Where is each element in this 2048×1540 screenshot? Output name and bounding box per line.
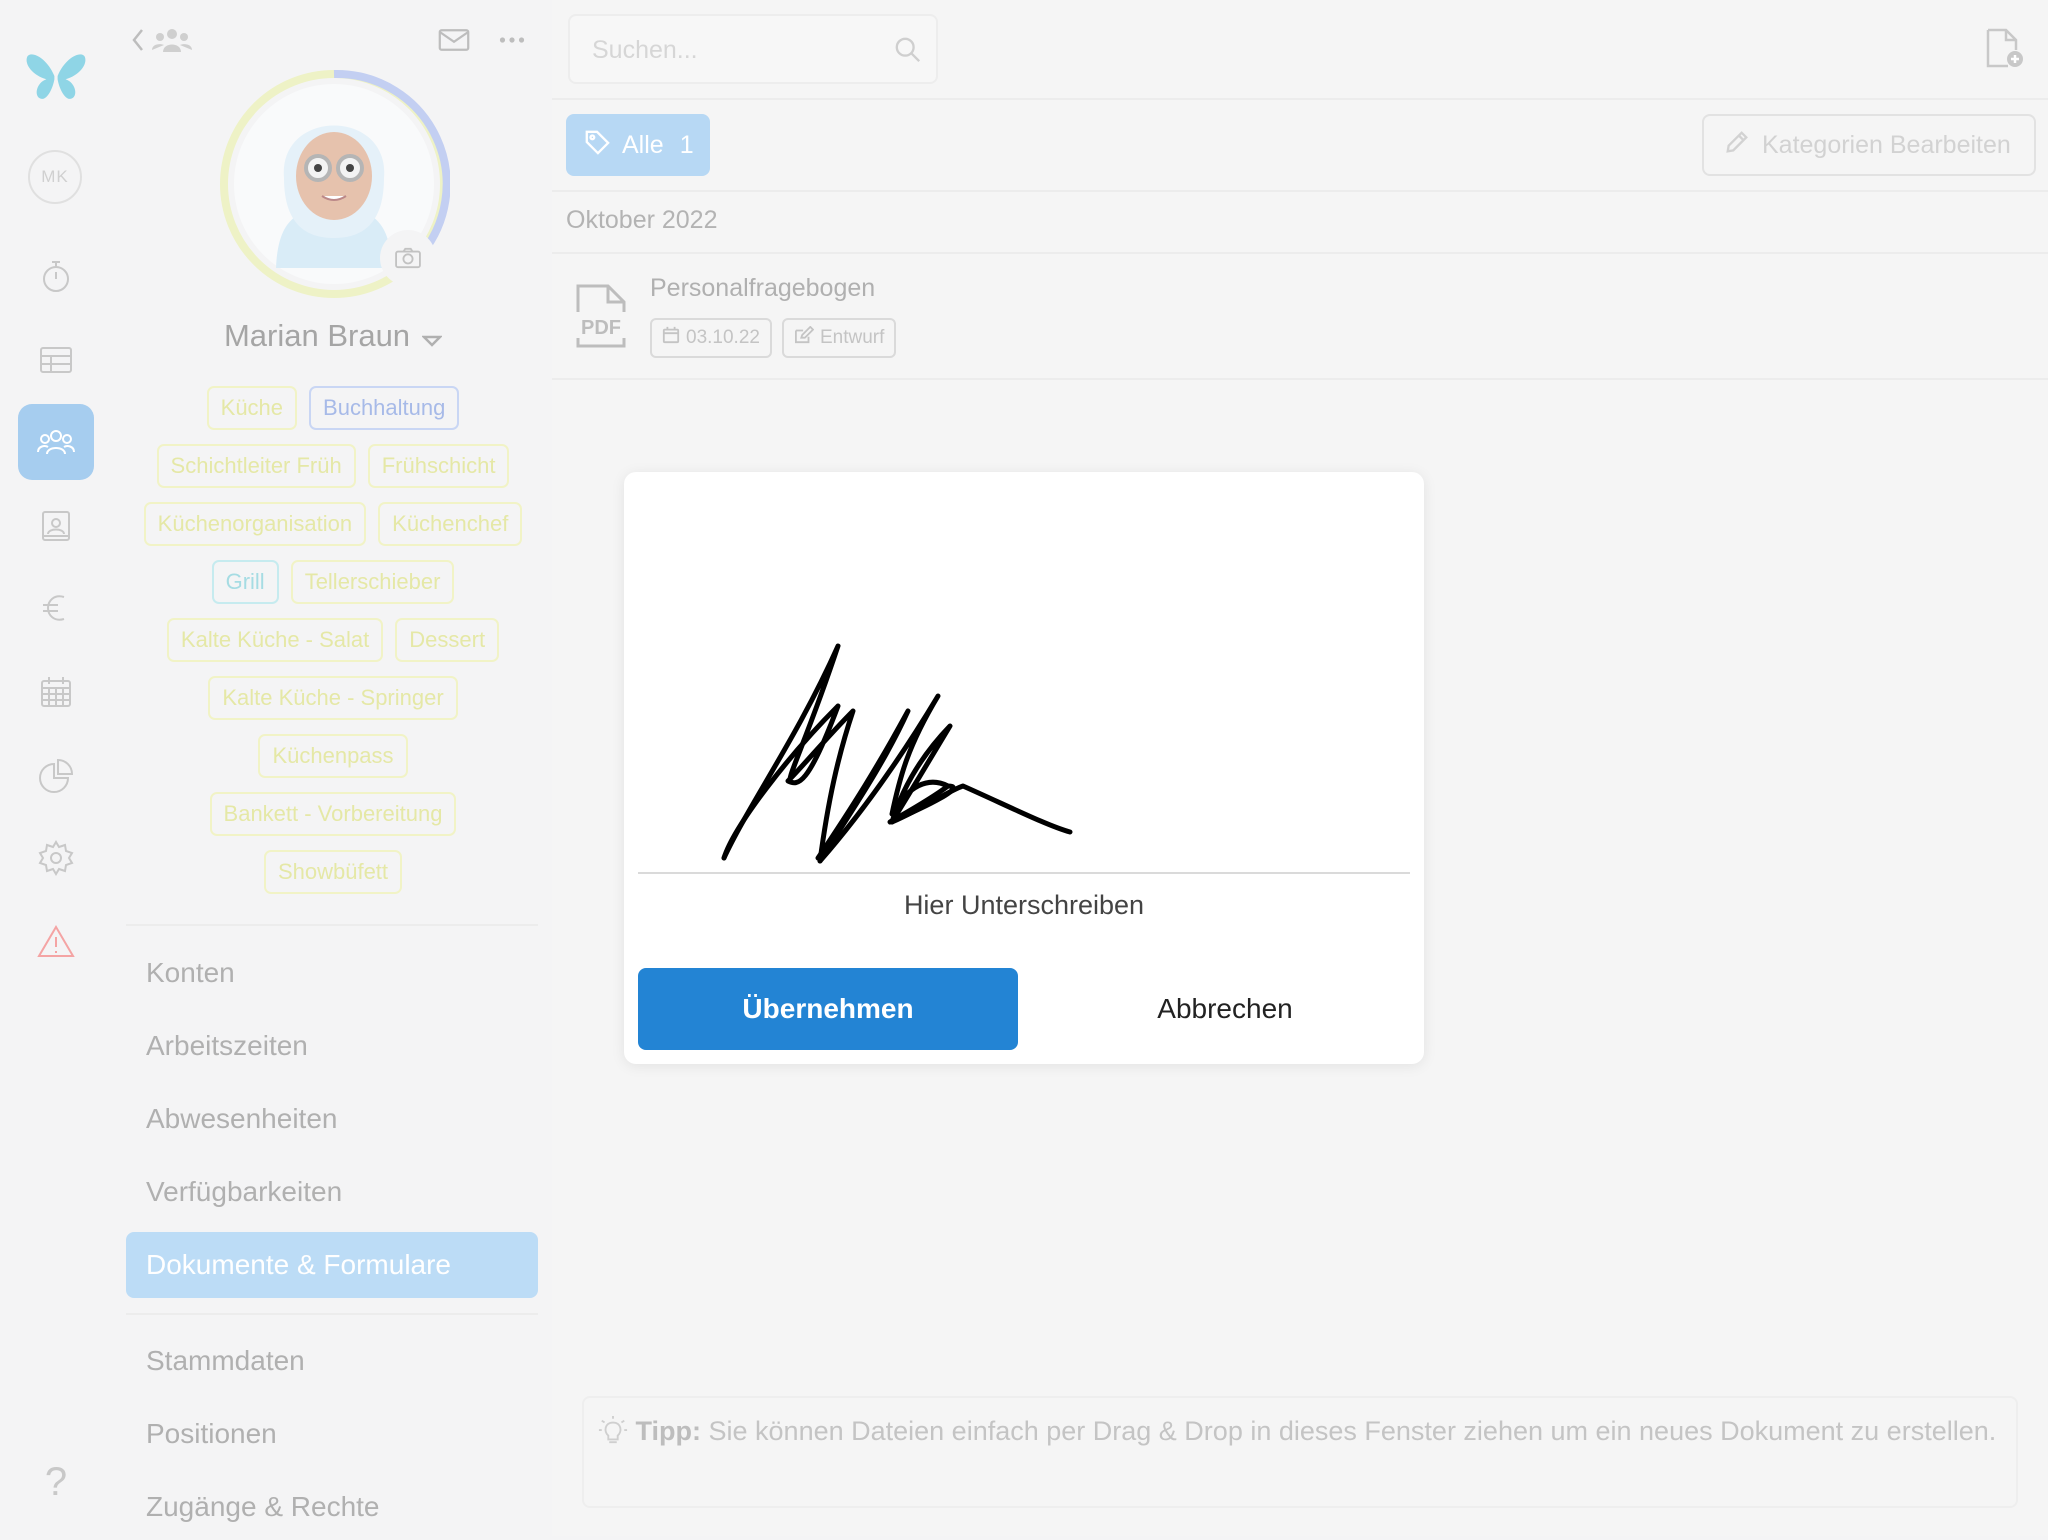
tag: Grill	[211, 560, 279, 604]
employee-profile-panel: Marian Braun Küche Buchhaltung Schichtle…	[114, 0, 552, 1536]
pie-chart-icon[interactable]	[18, 738, 94, 814]
settings-gear-icon[interactable]	[18, 820, 94, 896]
pdf-type-label: PDF	[581, 317, 621, 339]
filter-label: Alle	[622, 130, 664, 159]
edit-categories-button[interactable]: Kategorien Bearbeiten	[1702, 114, 2036, 176]
tag: Kalte Küche - Springer	[208, 676, 458, 720]
cancel-button[interactable]: Abbrechen	[1040, 968, 1410, 1050]
euro-icon[interactable]	[18, 570, 94, 646]
tag: Frühschicht	[367, 444, 510, 488]
team-icon[interactable]	[18, 404, 94, 480]
tag-icon	[584, 129, 610, 162]
mail-icon[interactable]	[434, 22, 474, 58]
tip-text: Sie können Dateien einfach per Drag & Dr…	[708, 1416, 1997, 1446]
chevron-down-icon	[421, 320, 444, 356]
signature-caption: Hier Unterschreiben	[903, 890, 1145, 920]
tag: Kalte Küche - Salat	[166, 618, 384, 662]
divider	[126, 924, 538, 926]
divider	[552, 378, 2048, 380]
contact-card-icon[interactable]	[18, 488, 94, 564]
stopwatch-icon[interactable]	[18, 238, 94, 314]
tag: Küchenorganisation	[143, 502, 367, 546]
current-user-avatar[interactable]: MK	[28, 150, 82, 204]
document-date: 03.10.22	[686, 327, 760, 348]
butterfly-logo-icon[interactable]	[18, 38, 94, 114]
calendar-icon	[662, 326, 680, 350]
nav-zugaenge-rechte[interactable]: Zugänge & Rechte	[126, 1474, 538, 1540]
edit-categories-label: Kategorien Bearbeiten	[1762, 130, 2011, 159]
signature-pad[interactable]	[638, 486, 1410, 874]
search-input[interactable]	[590, 34, 870, 66]
new-document-icon[interactable]	[1982, 26, 2026, 75]
document-date-chip: 03.10.22	[650, 318, 772, 358]
tag: Buchhaltung	[309, 386, 460, 430]
divider	[552, 190, 2048, 192]
pencil-icon	[1724, 129, 1750, 162]
calendar-icon[interactable]	[18, 654, 94, 730]
employee-name-dropdown[interactable]: Marian Braun	[114, 318, 552, 356]
divider	[552, 252, 2048, 254]
tag: Dessert	[395, 618, 500, 662]
tip-box: Tipp: Sie können Dateien einfach per Dra…	[582, 1396, 2018, 1508]
divider	[552, 98, 2048, 100]
tag: Schichtleiter Früh	[156, 444, 356, 488]
nav-positionen[interactable]: Positionen	[126, 1401, 538, 1467]
tag: Bankett - Vorbereitung	[209, 792, 457, 836]
help-icon[interactable]: ?	[18, 1444, 94, 1520]
tip-label: Tipp:	[635, 1416, 701, 1446]
nav-konten[interactable]: Konten	[126, 940, 538, 1006]
nav-arbeitszeiten[interactable]: Arbeitszeiten	[126, 1013, 538, 1079]
category-filter-all[interactable]: Alle 1	[566, 114, 710, 176]
pdf-file-icon: PDF	[574, 282, 628, 355]
tag: Küchenpass	[258, 734, 408, 778]
app-rail: MK ?	[0, 0, 112, 1536]
document-title: Personalfragebogen	[650, 274, 876, 302]
nav-abwesenheiten[interactable]: Abwesenheiten	[126, 1086, 538, 1152]
tag: Küche	[206, 386, 298, 430]
lightbulb-icon	[598, 1415, 628, 1446]
apply-signature-button[interactable]: Übernehmen	[638, 968, 1018, 1050]
nav-stammdaten[interactable]: Stammdaten	[126, 1328, 538, 1394]
month-header: Oktober 2022	[566, 206, 718, 234]
tag: Tellerschieber	[290, 560, 455, 604]
document-row[interactable]: PDF Personalfragebogen 03.10.22 Entwurf	[552, 256, 2048, 380]
search-box	[568, 14, 938, 84]
search-icon[interactable]	[894, 36, 922, 69]
tag: Küchenchef	[378, 502, 523, 546]
tag: Showbüfett	[263, 850, 403, 894]
divider	[126, 1313, 538, 1315]
table-icon[interactable]	[18, 322, 94, 398]
nav-verfuegbarkeiten[interactable]: Verfügbarkeiten	[126, 1159, 538, 1225]
more-options-icon[interactable]	[492, 22, 532, 58]
signature-baseline	[638, 872, 1410, 874]
document-status-chip: Entwurf	[782, 318, 897, 358]
back-to-team-button[interactable]	[130, 22, 200, 58]
edit-document-icon	[794, 325, 815, 350]
employee-name: Marian Braun	[223, 318, 411, 353]
employee-tags: Küche Buchhaltung Schichtleiter Früh Frü…	[114, 386, 552, 908]
nav-dokumente-formulare[interactable]: Dokumente & Formulare	[126, 1232, 538, 1298]
signature-dialog: Hier Unterschreiben Übernehmen Abbrechen	[624, 472, 1424, 1064]
change-photo-camera-icon[interactable]	[380, 230, 436, 286]
filter-count: 1	[679, 130, 694, 159]
warning-icon[interactable]	[18, 904, 94, 980]
document-status: Entwurf	[820, 327, 885, 348]
